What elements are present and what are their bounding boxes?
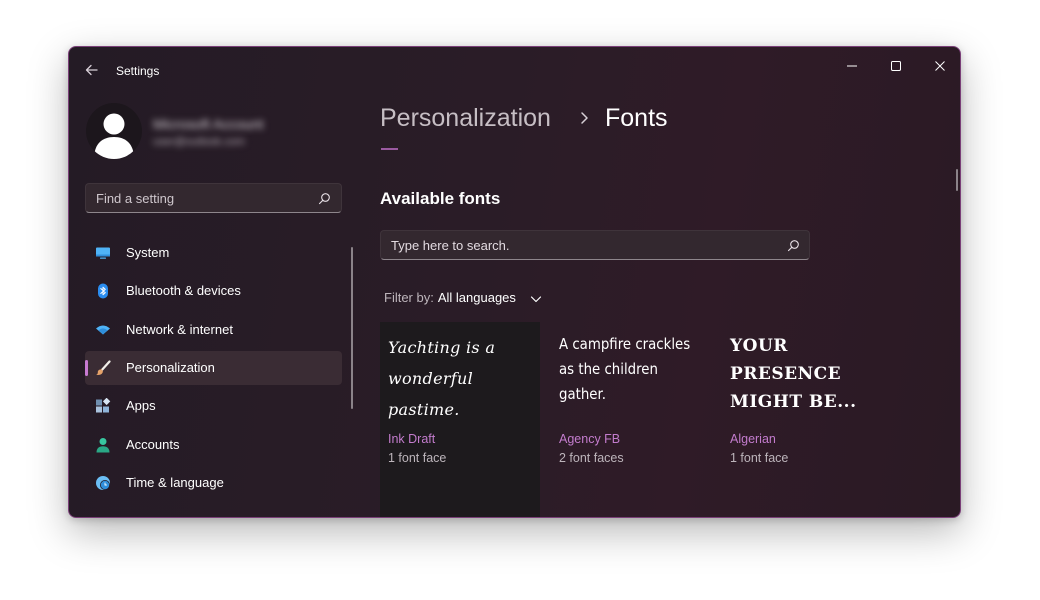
sidebar-item-label: Apps — [126, 398, 156, 413]
app-title: Settings — [116, 64, 160, 78]
sidebar-item-accounts[interactable]: Accounts — [85, 428, 342, 462]
sidebar-item-apps[interactable]: Apps — [85, 389, 342, 423]
breadcrumb-parent[interactable]: Personalization — [380, 104, 551, 133]
preview-line: A campfire crackles — [559, 335, 691, 353]
minimize-button[interactable] — [830, 51, 874, 81]
maximize-icon — [891, 61, 901, 71]
bluetooth-icon — [98, 283, 108, 299]
close-button[interactable] — [918, 51, 960, 81]
search-icon — [787, 240, 799, 252]
header-accent-line — [381, 148, 398, 150]
maximize-button[interactable] — [874, 51, 918, 81]
avatar[interactable] — [86, 103, 142, 159]
font-face-count: 1 font face — [388, 451, 447, 465]
sidebar-item-personalization[interactable]: Personalization — [85, 351, 342, 385]
font-name: Agency FB — [559, 432, 621, 446]
clock-globe-icon — [96, 476, 110, 490]
search-icon — [318, 193, 330, 205]
sidebar-item-label: Network & internet — [126, 322, 233, 337]
sidebar-item-time-language[interactable]: Time & language — [85, 466, 342, 500]
person-icon — [96, 438, 110, 453]
font-preview: A campfire crackles as the children gath… — [559, 332, 705, 407]
wifi-icon — [96, 325, 110, 335]
sidebar-item-label: System — [126, 245, 170, 260]
preview-line: gather. — [559, 385, 607, 403]
back-arrow-icon — [85, 64, 98, 76]
font-card-algerian[interactable]: YOUR PRESENCE MIGHT BE... Algerian 1 fon… — [722, 322, 882, 517]
chevron-down-icon — [530, 295, 541, 302]
profile-name: Microsoft Account — [153, 116, 264, 132]
content-scrollbar[interactable] — [956, 169, 958, 191]
section-title: Available fonts — [380, 189, 501, 208]
monitor-icon — [96, 247, 110, 259]
sidebar-item-label: Bluetooth & devices — [126, 283, 241, 298]
preview-line: PRESENCE — [730, 364, 842, 384]
font-preview: YOUR PRESENCE MIGHT BE... — [730, 332, 880, 416]
font-card-ink-draft[interactable]: Yachting is a wonderful pastime. Ink Dra… — [380, 322, 540, 517]
title-bar: Settings — [69, 47, 960, 93]
find-setting-placeholder: Find a setting — [96, 191, 175, 206]
profile-email: user@outlook.com — [153, 136, 245, 148]
font-preview: Yachting is a wonderful pastime. — [388, 332, 538, 425]
close-icon — [935, 61, 945, 71]
chevron-right-icon — [581, 112, 588, 124]
sidebar-item-bluetooth-devices[interactable]: Bluetooth & devices — [85, 274, 342, 308]
sidebar-scrollbar[interactable] — [351, 247, 353, 409]
preview-line: MIGHT BE... — [730, 392, 857, 412]
minimize-icon — [847, 65, 857, 67]
font-card-agency-fb[interactable]: A campfire crackles as the children gath… — [551, 322, 711, 517]
paintbrush-icon — [96, 360, 111, 375]
filter-label: Filter by: — [384, 290, 434, 305]
font-face-count: 2 font faces — [559, 451, 624, 465]
settings-window: Settings Microsoft Account user@outlook.… — [68, 46, 961, 518]
apps-icon — [96, 398, 111, 413]
sidebar-item-label: Accounts — [126, 437, 180, 452]
filter-value: All languages — [437, 290, 516, 305]
font-search-input[interactable]: Type here to search. — [380, 230, 810, 260]
sidebar-item-system[interactable]: System — [85, 236, 342, 270]
sidebar-item-label: Personalization — [126, 360, 215, 375]
person-avatar-icon — [94, 113, 134, 159]
font-face-count: 1 font face — [730, 451, 789, 465]
font-name: Algerian — [730, 432, 776, 446]
sidebar-item-label: Time & language — [126, 475, 224, 490]
preview-line: Yachting is a — [388, 338, 496, 357]
active-indicator — [85, 360, 88, 376]
font-name: Ink Draft — [388, 432, 436, 446]
find-setting-input[interactable]: Find a setting — [85, 183, 342, 213]
language-filter[interactable]: Filter by: All languages — [384, 290, 542, 305]
page-title: Fonts — [605, 104, 668, 132]
preview-line: wonderful pastime. — [388, 369, 474, 419]
font-search-placeholder: Type here to search. — [391, 238, 510, 253]
back-button[interactable] — [81, 59, 103, 81]
preview-line: as the children — [559, 360, 658, 378]
preview-line: YOUR — [730, 336, 788, 356]
sidebar-item-network-internet[interactable]: Network & internet — [85, 313, 342, 347]
